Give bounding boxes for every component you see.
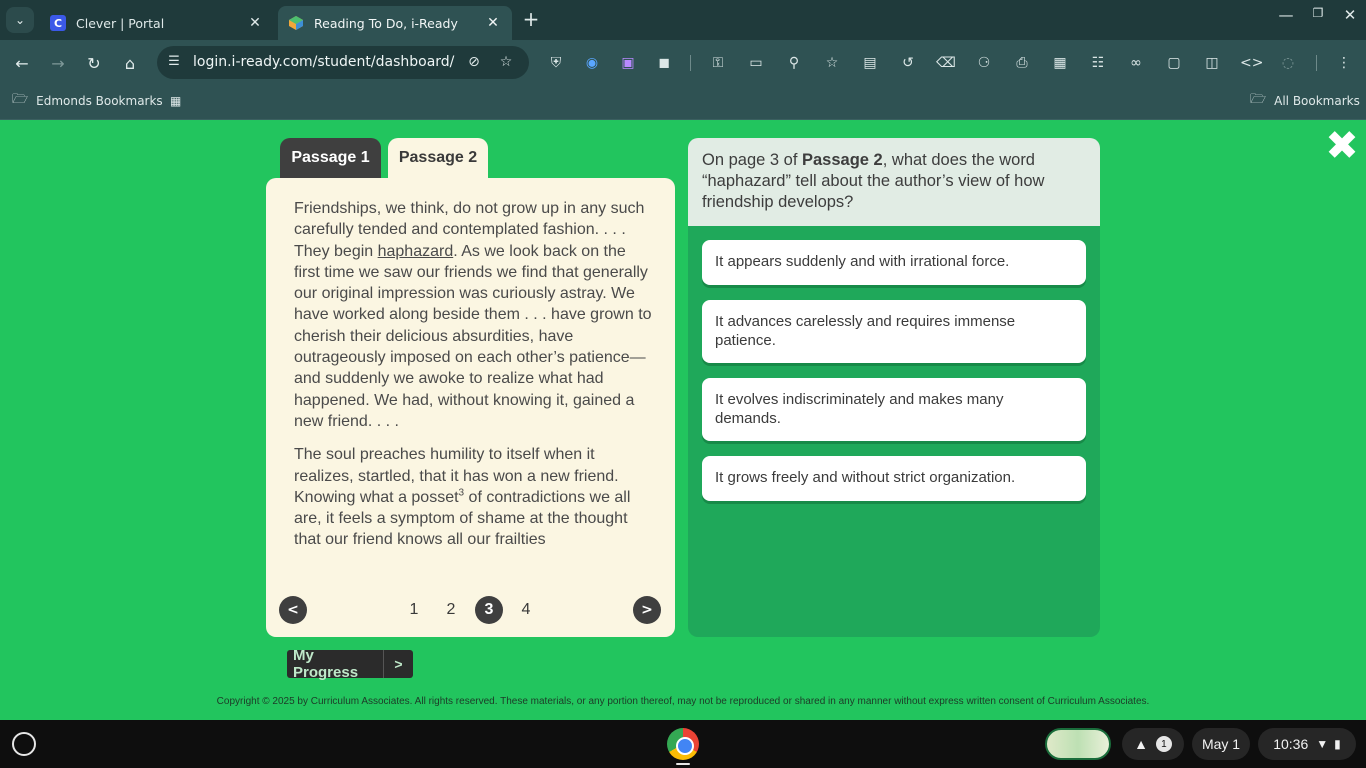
answer-choice-2[interactable]: It advances carelessly and requires imme… [702,300,1086,363]
question-passage-ref: Passage 2 [802,151,883,169]
window-preview-thumbnail[interactable] [1045,728,1111,760]
tab-clever-portal[interactable]: C Clever | Portal ✕ [40,6,274,40]
page-2-button[interactable]: 2 [437,596,465,624]
trash-icon[interactable]: ⌫ [936,53,956,73]
apps-grid-icon[interactable]: ▦ [170,92,181,110]
question-prompt: On page 3 of Passage 2, what does the wo… [702,150,1086,213]
qr-code-icon[interactable]: ▦ [1050,53,1070,73]
bookmarks-bar [0,86,1366,120]
devices-icon[interactable]: ▢ [1164,53,1184,73]
previous-page-button[interactable]: < [279,596,307,624]
bookmark-label: All Bookmarks [1274,94,1360,108]
answer-choice-3[interactable]: It evolves indiscriminately and makes ma… [702,378,1086,441]
my-progress-button[interactable]: My Progress > [287,647,413,681]
translate-icon[interactable]: ⚆ [974,53,994,73]
battery-icon: ▮ [1334,737,1341,751]
print-icon[interactable]: ⎙ [1012,53,1032,73]
clever-favicon-icon: C [50,15,66,31]
card-icon[interactable]: ▭ [746,53,766,73]
passage-paragraph: The soul preaches humility to itself whe… [294,444,652,550]
extensions-icon[interactable]: ◼ [654,53,674,73]
notifications-pill[interactable]: ▲ 1 [1122,728,1184,760]
passage-paragraph: Friendships, we think, do not grow up in… [294,198,652,432]
my-progress-arrow: > [383,650,413,678]
launcher-icon[interactable] [12,732,36,756]
site-info-icon[interactable]: ☰ [164,52,184,72]
running-indicator [676,763,690,765]
close-window-icon[interactable]: ✕ [1338,6,1362,24]
wifi-icon: ▼ [1316,737,1329,751]
tab-passage-1[interactable]: Passage 1 [280,138,381,178]
exit-close-icon[interactable]: ✖ [1325,126,1359,166]
home-icon[interactable]: ⌂ [117,50,143,76]
question-text-run: On page 3 of [702,151,802,169]
iready-favicon-icon [288,15,304,31]
bookmark-star-icon[interactable]: ☆ [496,52,516,72]
answer-choice-4[interactable]: It grows freely and without strict organ… [702,456,1086,501]
clock-text: 10:36 [1273,736,1309,752]
eye-off-icon[interactable]: ⊘ [464,52,484,72]
tab-title: Reading To Do, i-Ready [314,15,458,31]
status-tray[interactable]: 10:36 ▼ ▮ [1258,728,1356,760]
favorites-star-icon[interactable]: ☆ [822,53,842,73]
reload-icon[interactable]: ↻ [81,50,107,76]
folder-icon: 🗁 [1250,92,1267,107]
page-4-button[interactable]: 4 [512,596,540,624]
new-tab-plus-icon[interactable]: + [520,8,542,32]
reading-mode-icon[interactable]: ☷ [1088,53,1108,73]
toolbar-divider [1316,55,1317,71]
reading-list-icon[interactable]: ▤ [860,53,880,73]
next-page-button[interactable]: > [633,596,661,624]
passage-text: Friendships, we think, do not grow up in… [294,198,652,563]
page-1-button[interactable]: 1 [400,596,428,624]
chrome-app-icon[interactable] [667,728,699,760]
puzzle-purple-extension-icon[interactable]: ▣ [618,53,638,73]
vpn-extension-icon[interactable]: ◉ [582,53,602,73]
back-arrow-icon[interactable]: ← [9,50,35,76]
incognito-icon[interactable]: ◌ [1278,53,1298,73]
restore-window-icon[interactable]: ❐ [1306,6,1330,20]
more-menu-icon[interactable]: ⋮ [1334,53,1354,73]
tab-reading-to-do[interactable]: Reading To Do, i-Ready ✕ [278,6,512,40]
bookmark-folder-edmonds[interactable]: 🗁 Edmonds Bookmarks [12,92,163,110]
shield-extension-icon[interactable]: ⛨ [546,53,566,73]
bookmark-label: Edmonds Bookmarks [36,94,163,108]
close-tab-icon[interactable]: ✕ [484,15,502,31]
link-icon[interactable]: ∞ [1126,53,1146,73]
upload-icon: ▲ [1134,736,1148,752]
copyright-notice: Copyright © 2025 by Curriculum Associate… [216,696,1150,707]
folder-icon: 🗁 [12,92,29,107]
page-3-button[interactable]: 3 [475,596,503,624]
tab-passage-2[interactable]: Passage 2 [388,138,488,178]
passage-text-run: . As we look back on the first time we s… [294,242,652,430]
forward-arrow-icon[interactable]: → [45,50,71,76]
minimize-icon[interactable]: — [1274,6,1298,24]
all-bookmarks-folder[interactable]: 🗁 All Bookmarks [1250,92,1360,110]
haphazard-word: haphazard [377,242,454,260]
tab-layout-icon[interactable]: ◫ [1202,53,1222,73]
tab-title: Clever | Portal [76,15,165,31]
code-icon[interactable]: <> [1240,53,1263,73]
url-text[interactable]: login.i-ready.com/student/dashboard/h... [193,54,455,70]
notification-count: 1 [1155,736,1172,752]
answer-choice-1[interactable]: It appears suddenly and with irrational … [702,240,1086,285]
tab-search-chevron-icon[interactable]: ⌄ [6,7,34,33]
location-pin-icon[interactable]: ⚲ [784,53,804,73]
history-icon[interactable]: ↺ [898,53,918,73]
close-tab-icon[interactable]: ✕ [246,15,264,31]
my-progress-label: My Progress [293,647,359,681]
key-icon[interactable]: ⚿ [708,53,728,73]
date-text: May 1 [1201,736,1241,752]
date-pill[interactable]: May 1 [1192,728,1250,760]
toolbar-divider [690,55,691,71]
